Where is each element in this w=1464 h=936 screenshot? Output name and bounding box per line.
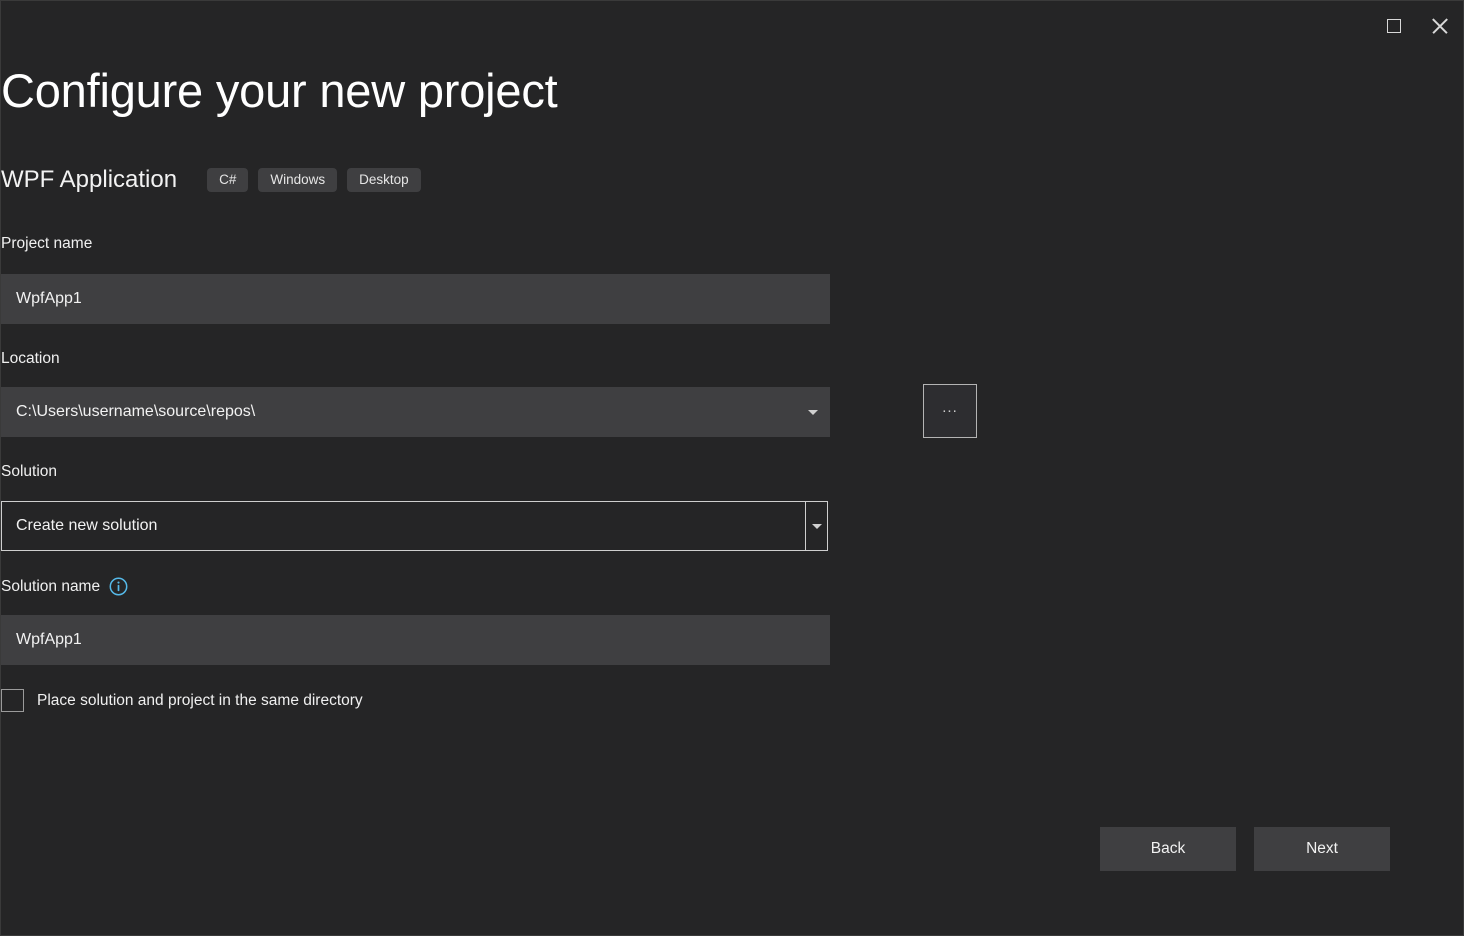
solution-name-label-group: Solution name [1,578,128,596]
configure-project-dialog: Configure your new project WPF Applicati… [0,0,1464,936]
tag-language: C# [207,168,248,193]
close-icon [1431,17,1449,35]
same-directory-label: Place solution and project in the same d… [37,692,363,710]
tag-project-type: Desktop [347,168,421,193]
chevron-down-icon [812,524,822,529]
back-button[interactable]: Back [1100,827,1236,871]
location-value: C:\Users\username\source\repos\ [1,403,796,421]
window-caption-controls [1371,1,1463,51]
browse-button[interactable]: ... [923,384,977,438]
location-label: Location [1,350,60,368]
dialog-footer: Back Next [1100,827,1390,871]
maximize-button[interactable] [1371,2,1417,50]
solution-dropdown-button[interactable] [805,502,827,550]
solution-name-label: Solution name [1,578,100,596]
solution-combobox[interactable]: Create new solution [1,501,828,551]
tag-platform: Windows [258,168,337,193]
solution-label: Solution [1,463,57,481]
project-name-input[interactable] [1,274,830,324]
page-title: Configure your new project [1,63,557,118]
same-directory-checkbox-row[interactable]: Place solution and project in the same d… [1,689,363,712]
next-button[interactable]: Next [1254,827,1390,871]
maximize-icon [1387,19,1401,33]
template-summary: WPF Application C# Windows Desktop [1,166,431,194]
location-combobox[interactable]: C:\Users\username\source\repos\ [1,387,830,437]
close-button[interactable] [1417,2,1463,50]
solution-name-input[interactable] [1,615,830,665]
solution-value: Create new solution [2,502,805,550]
info-icon[interactable] [109,577,128,596]
project-name-label: Project name [1,235,92,253]
chevron-down-icon [808,410,818,415]
template-name: WPF Application [1,166,177,194]
location-dropdown-button[interactable] [796,410,830,415]
same-directory-checkbox[interactable] [1,689,24,712]
